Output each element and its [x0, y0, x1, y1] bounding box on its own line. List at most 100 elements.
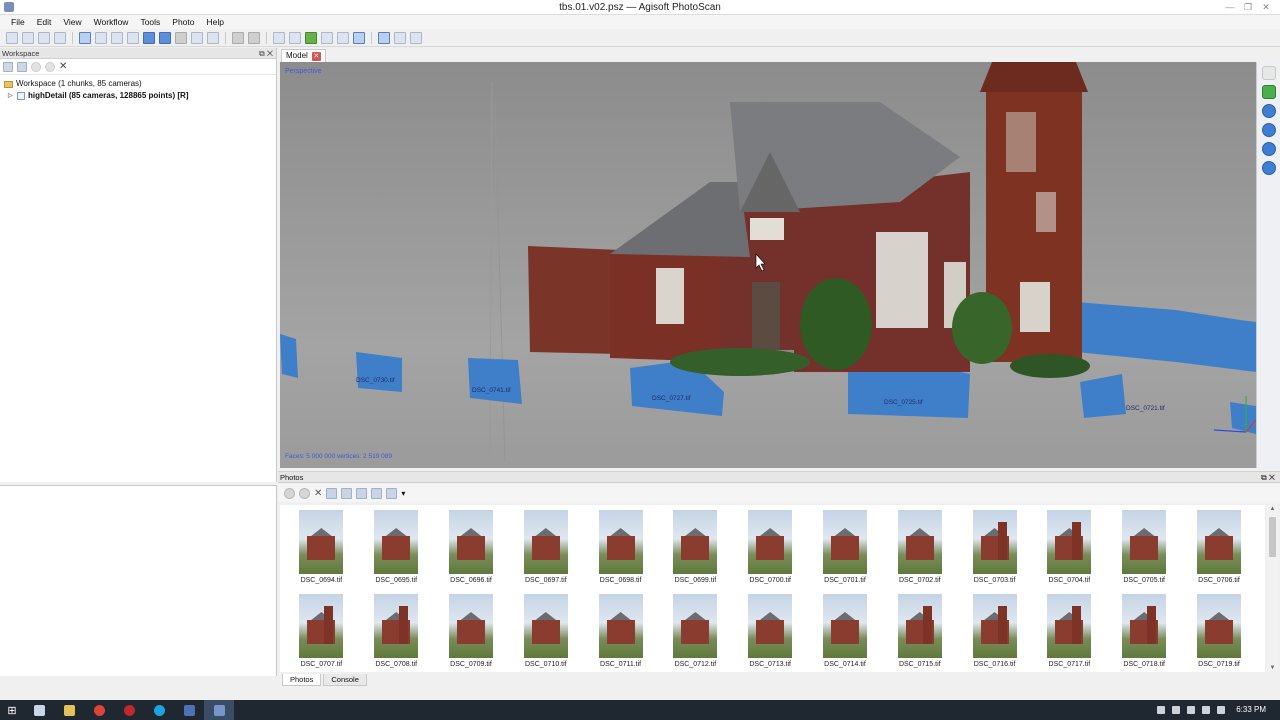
rotate-left-icon[interactable]: [326, 487, 338, 499]
menu-help[interactable]: Help: [201, 15, 230, 29]
rotate-view-icon[interactable]: [1261, 123, 1276, 137]
add-chunk-icon[interactable]: [3, 61, 13, 72]
view-mode-dropdown-icon[interactable]: ▾: [401, 489, 405, 498]
disable-camera-icon[interactable]: [299, 487, 310, 499]
photo-thumbnail[interactable]: DSC_0707.tif: [284, 589, 359, 672]
menu-file[interactable]: File: [5, 15, 31, 29]
tab-photos[interactable]: Photos: [282, 674, 322, 686]
scroll-down-icon[interactable]: ▼: [1269, 665, 1276, 671]
photo-thumbnail[interactable]: DSC_0695.tif: [359, 505, 434, 589]
taskbar-photoscan-window[interactable]: [204, 700, 234, 720]
free-form-selection-icon[interactable]: [127, 31, 139, 44]
photo-thumbnail[interactable]: DSC_0709.tif: [434, 589, 509, 672]
volume-icon[interactable]: [1202, 706, 1210, 714]
photo-thumbnail[interactable]: DSC_0704.tif: [1032, 505, 1107, 589]
point-cloud-icon[interactable]: [273, 31, 285, 44]
photo-thumbnail[interactable]: DSC_0699.tif: [658, 505, 733, 589]
camera-plane[interactable]: [1076, 302, 1256, 372]
rotate-object-icon[interactable]: [175, 31, 187, 44]
photo-thumbnail[interactable]: DSC_0706.tif: [1182, 505, 1257, 589]
taskbar-file-explorer[interactable]: [24, 700, 54, 720]
close-icon[interactable]: ✕: [1258, 1, 1274, 13]
disable-icon[interactable]: [45, 61, 55, 72]
remove-items-icon[interactable]: ✕: [59, 61, 67, 72]
add-photos-icon[interactable]: [17, 61, 27, 72]
photos-scrollbar[interactable]: ▲ ▼: [1267, 505, 1278, 672]
taskbar-skype[interactable]: [144, 700, 174, 720]
windows-start-icon[interactable]: ⊞: [0, 700, 24, 720]
show-cameras-icon[interactable]: [378, 31, 390, 44]
tab-model[interactable]: Model ✕: [281, 49, 326, 62]
photo-thumbnail[interactable]: DSC_0703.tif: [957, 505, 1032, 589]
tab-console[interactable]: Console: [323, 674, 367, 686]
menu-tools[interactable]: Tools: [134, 15, 166, 29]
photo-thumbnail[interactable]: DSC_0711.tif: [583, 589, 658, 672]
expand-arrow-icon[interactable]: ▷: [8, 90, 14, 102]
rewind-view-icon[interactable]: [1261, 142, 1276, 156]
redo-icon[interactable]: [248, 31, 260, 44]
resize-region-icon[interactable]: [143, 31, 155, 44]
taskbar-photoscan-app[interactable]: [174, 700, 204, 720]
textured-model-icon[interactable]: [353, 31, 365, 44]
workspace-panel-float-close-icon[interactable]: ⧉ ✕: [259, 48, 273, 59]
photo-thumbnail[interactable]: DSC_0698.tif: [583, 505, 658, 589]
photo-thumbnail[interactable]: DSC_0717.tif: [1032, 589, 1107, 672]
photo-thumbnail[interactable]: DSC_0705.tif: [1107, 505, 1182, 589]
minimize-icon[interactable]: —: [1222, 1, 1238, 13]
wireframe-model-icon[interactable]: [337, 31, 349, 44]
crop-selection-icon[interactable]: [207, 31, 219, 44]
taskbar-folder[interactable]: [54, 700, 84, 720]
rotate-region-icon[interactable]: [159, 31, 171, 44]
new-file-icon[interactable]: [6, 31, 18, 44]
photo-thumbnail[interactable]: DSC_0701.tif: [808, 505, 883, 589]
view-chat-icon[interactable]: [1261, 85, 1276, 99]
taskbar-opera[interactable]: [114, 700, 144, 720]
camera-plane[interactable]: [1080, 374, 1126, 418]
network-icon[interactable]: [1172, 706, 1180, 714]
undo-icon[interactable]: [232, 31, 244, 44]
save-icon[interactable]: [38, 31, 50, 44]
photo-thumbnail[interactable]: DSC_0715.tif: [882, 589, 957, 672]
photo-thumbnail[interactable]: DSC_0702.tif: [882, 505, 957, 589]
filter-icon[interactable]: [371, 487, 383, 499]
rotate-right-icon[interactable]: [341, 487, 353, 499]
photo-thumbnail[interactable]: DSC_0712.tif: [658, 589, 733, 672]
camera-plane[interactable]: [280, 334, 298, 378]
rectangle-selection-icon[interactable]: [95, 31, 107, 44]
enable-camera-icon[interactable]: [284, 487, 295, 499]
menu-view[interactable]: View: [57, 15, 87, 29]
dense-cloud-icon[interactable]: [289, 31, 301, 44]
taskbar-chrome[interactable]: [84, 700, 114, 720]
photo-thumbnail[interactable]: DSC_0708.tif: [359, 589, 434, 672]
export-icon[interactable]: [54, 31, 66, 44]
menu-edit[interactable]: Edit: [31, 15, 58, 29]
settings-icon[interactable]: [1261, 161, 1276, 175]
solid-model-icon[interactable]: [321, 31, 333, 44]
show-region-icon[interactable]: [394, 31, 406, 44]
photo-thumbnail[interactable]: DSC_0714.tif: [808, 589, 883, 672]
camera-plane[interactable]: [356, 352, 402, 392]
reset-filter-icon[interactable]: [356, 487, 368, 499]
battery-icon[interactable]: [1187, 706, 1195, 714]
menu-photo[interactable]: Photo: [166, 15, 200, 29]
delete-selection-icon[interactable]: [191, 31, 203, 44]
chunk-item[interactable]: ▷ highDetail (85 cameras, 128865 points)…: [4, 90, 272, 102]
shaded-model-icon[interactable]: [305, 31, 317, 44]
model-viewport[interactable]: DSC_0730.tif DSC_0741.tif DSC_0727.tif D…: [280, 62, 1256, 468]
reset-view-icon[interactable]: [410, 31, 422, 44]
view-minus-icon[interactable]: [1261, 66, 1276, 80]
taskbar-clock[interactable]: 6:33 PM: [1236, 700, 1266, 720]
circle-selection-icon[interactable]: [111, 31, 123, 44]
open-file-icon[interactable]: [22, 31, 34, 44]
photo-thumbnail[interactable]: DSC_0697.tif: [508, 505, 583, 589]
keyboard-icon[interactable]: [1217, 706, 1225, 714]
scrollbar-thumb[interactable]: [1269, 517, 1276, 557]
view-mode-icon[interactable]: [386, 487, 398, 499]
photo-thumbnail[interactable]: DSC_0718.tif: [1107, 589, 1182, 672]
scroll-up-icon[interactable]: ▲: [1269, 506, 1276, 512]
close-tab-icon[interactable]: ✕: [311, 51, 321, 61]
enable-icon[interactable]: [31, 61, 41, 72]
maximize-icon[interactable]: ❐: [1240, 1, 1256, 13]
photo-thumbnail[interactable]: DSC_0713.tif: [733, 589, 808, 672]
photo-thumbnail[interactable]: DSC_0719.tif: [1182, 589, 1257, 672]
